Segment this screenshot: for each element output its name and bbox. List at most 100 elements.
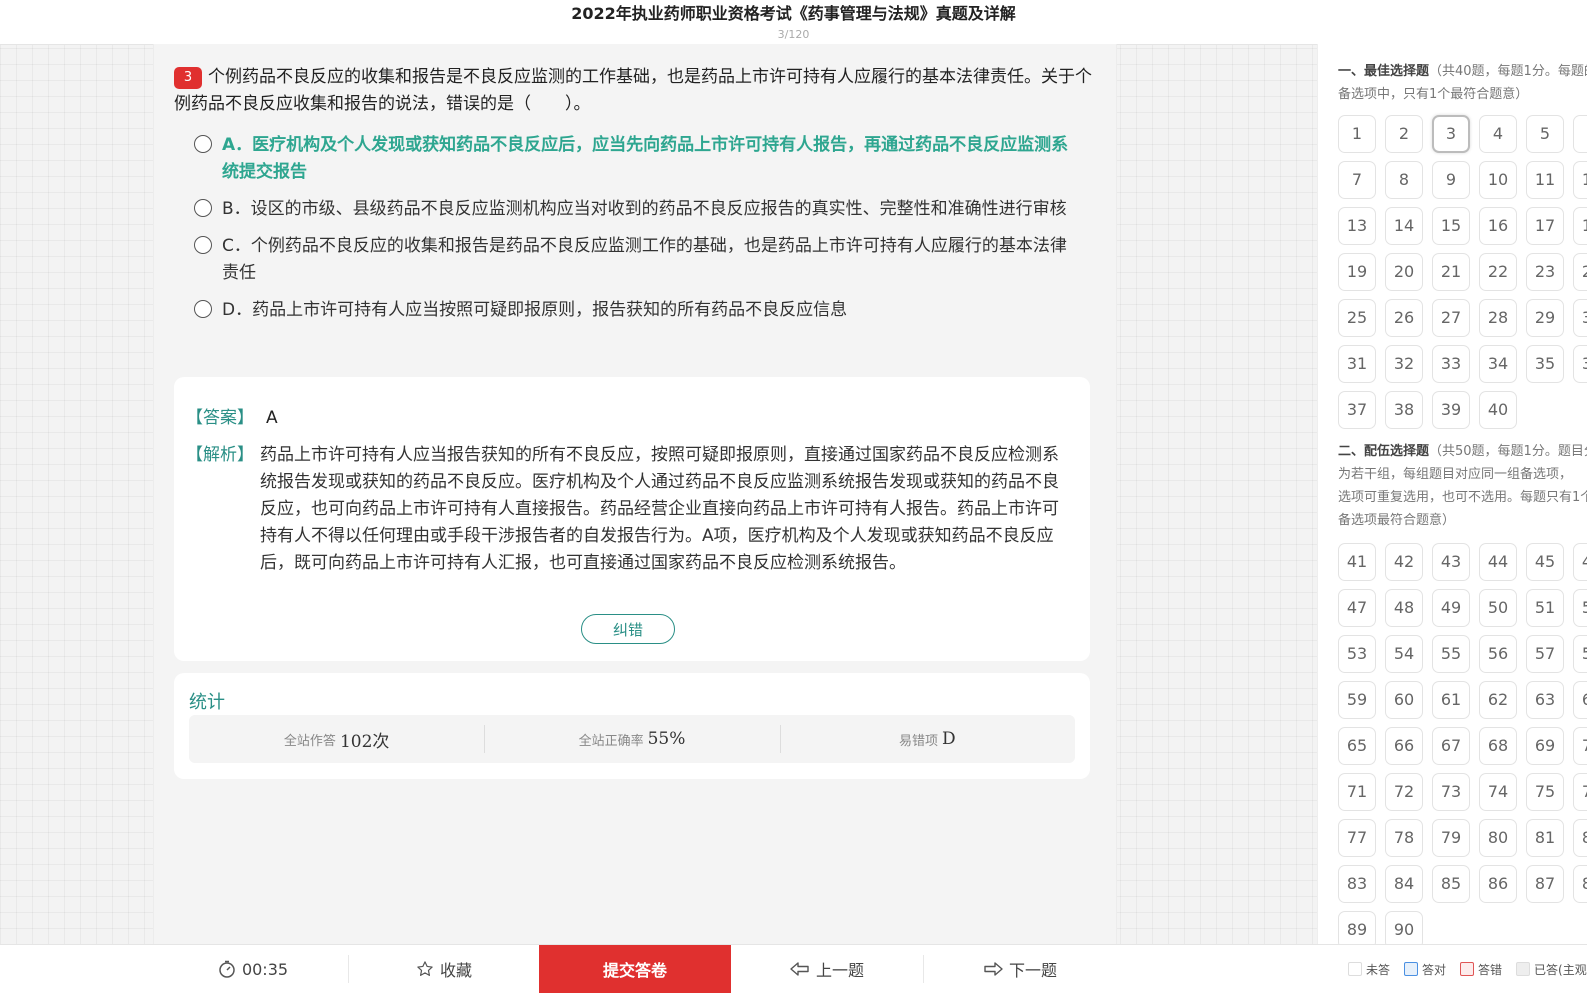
question-nav-cell[interactable]: 78 <box>1385 819 1423 857</box>
question-nav-cell[interactable]: 89 <box>1338 911 1376 944</box>
question-nav-cell[interactable]: 41 <box>1338 543 1376 581</box>
question-nav-cell[interactable]: 23 <box>1526 253 1564 291</box>
question-nav-cell[interactable]: 79 <box>1432 819 1470 857</box>
question-nav-cell[interactable]: 67 <box>1432 727 1470 765</box>
question-nav-cell[interactable]: 56 <box>1479 635 1517 673</box>
option-b[interactable]: B．设区的市级、县级药品不良反应监测机构应当对收到的药品不良反应报告的真实性、完… <box>194 196 1074 223</box>
favorite-button[interactable]: 收藏 <box>349 945 539 993</box>
question-nav-cell[interactable]: 17 <box>1526 207 1564 245</box>
question-nav-cell[interactable]: 10 <box>1479 161 1517 199</box>
radio-icon[interactable] <box>194 300 212 318</box>
question-nav-cell[interactable]: 26 <box>1385 299 1423 337</box>
question-nav-cell[interactable]: 49 <box>1432 589 1470 627</box>
question-nav-cell[interactable]: 6 <box>1573 115 1587 153</box>
question-nav-cell[interactable]: 30 <box>1573 299 1587 337</box>
question-nav-cell[interactable]: 52 <box>1573 589 1587 627</box>
question-nav-cell[interactable]: 64 <box>1573 681 1587 719</box>
question-nav-cell[interactable]: 88 <box>1573 865 1587 903</box>
question-nav-cell[interactable]: 29 <box>1526 299 1564 337</box>
question-nav-cell[interactable]: 43 <box>1432 543 1470 581</box>
question-nav-cell[interactable]: 60 <box>1385 681 1423 719</box>
question-nav-cell[interactable]: 65 <box>1338 727 1376 765</box>
question-nav-cell[interactable]: 36 <box>1573 345 1587 383</box>
question-nav-cell[interactable]: 58 <box>1573 635 1587 673</box>
question-nav-cell[interactable]: 31 <box>1338 345 1376 383</box>
radio-icon[interactable] <box>194 236 212 254</box>
question-nav-cell[interactable]: 81 <box>1526 819 1564 857</box>
question-nav-cell[interactable]: 42 <box>1385 543 1423 581</box>
question-nav-cell[interactable]: 38 <box>1385 391 1423 429</box>
question-nav-cell[interactable]: 45 <box>1526 543 1564 581</box>
question-nav-cell[interactable]: 62 <box>1479 681 1517 719</box>
question-nav-cell[interactable]: 2 <box>1385 115 1423 153</box>
question-nav-cell[interactable]: 55 <box>1432 635 1470 673</box>
question-nav-cell[interactable]: 47 <box>1338 589 1376 627</box>
question-nav-cell[interactable]: 46 <box>1573 543 1587 581</box>
question-nav-cell[interactable]: 11 <box>1526 161 1564 199</box>
question-nav-cell[interactable]: 48 <box>1385 589 1423 627</box>
radio-icon[interactable] <box>194 135 212 153</box>
question-nav-cell[interactable]: 3 <box>1432 115 1470 153</box>
question-nav-cell[interactable]: 14 <box>1385 207 1423 245</box>
question-nav-cell[interactable]: 53 <box>1338 635 1376 673</box>
question-nav-cell[interactable]: 77 <box>1338 819 1376 857</box>
question-nav-cell[interactable]: 28 <box>1479 299 1517 337</box>
question-nav-cell[interactable]: 20 <box>1385 253 1423 291</box>
question-nav-cell[interactable]: 9 <box>1432 161 1470 199</box>
question-nav-cell[interactable]: 39 <box>1432 391 1470 429</box>
question-nav-cell[interactable]: 80 <box>1479 819 1517 857</box>
question-nav-cell[interactable]: 90 <box>1385 911 1423 944</box>
submit-button[interactable]: 提交答卷 <box>539 945 731 993</box>
question-nav-cell[interactable]: 51 <box>1526 589 1564 627</box>
question-nav-cell[interactable]: 50 <box>1479 589 1517 627</box>
question-nav-cell[interactable]: 86 <box>1479 865 1517 903</box>
question-nav-cell[interactable]: 8 <box>1385 161 1423 199</box>
question-nav-cell[interactable]: 87 <box>1526 865 1564 903</box>
next-question-button[interactable]: 下一题 <box>924 945 1116 993</box>
question-nav-cell[interactable]: 34 <box>1479 345 1517 383</box>
question-nav-cell[interactable]: 73 <box>1432 773 1470 811</box>
question-nav-cell[interactable]: 25 <box>1338 299 1376 337</box>
question-nav-cell[interactable]: 66 <box>1385 727 1423 765</box>
question-nav-cell[interactable]: 61 <box>1432 681 1470 719</box>
question-nav-cell[interactable]: 33 <box>1432 345 1470 383</box>
option-a[interactable]: A．医疗机构及个人发现或获知药品不良反应后，应当先向药品上市许可持有人报告，再通… <box>194 132 1074 186</box>
question-nav-cell[interactable]: 44 <box>1479 543 1517 581</box>
question-nav-cell[interactable]: 74 <box>1479 773 1517 811</box>
question-nav-cell[interactable]: 19 <box>1338 253 1376 291</box>
question-nav-cell[interactable]: 85 <box>1432 865 1470 903</box>
question-nav-cell[interactable]: 7 <box>1338 161 1376 199</box>
question-nav-cell[interactable]: 68 <box>1479 727 1517 765</box>
question-nav-cell[interactable]: 32 <box>1385 345 1423 383</box>
question-nav-cell[interactable]: 4 <box>1479 115 1517 153</box>
question-nav-cell[interactable]: 22 <box>1479 253 1517 291</box>
question-nav-cell[interactable]: 40 <box>1479 391 1517 429</box>
question-nav-cell[interactable]: 15 <box>1432 207 1470 245</box>
option-c[interactable]: C．个例药品不良反应的收集和报告是药品不良反应监测工作的基础，也是药品上市许可持… <box>194 233 1074 287</box>
question-nav-cell[interactable]: 71 <box>1338 773 1376 811</box>
question-nav-cell[interactable]: 5 <box>1526 115 1564 153</box>
question-nav-cell[interactable]: 72 <box>1385 773 1423 811</box>
question-nav-cell[interactable]: 70 <box>1573 727 1587 765</box>
question-nav-cell[interactable]: 35 <box>1526 345 1564 383</box>
question-nav-cell[interactable]: 84 <box>1385 865 1423 903</box>
question-nav-cell[interactable]: 18 <box>1573 207 1587 245</box>
question-nav-cell[interactable]: 54 <box>1385 635 1423 673</box>
question-nav-cell[interactable]: 12 <box>1573 161 1587 199</box>
question-nav-cell[interactable]: 16 <box>1479 207 1517 245</box>
question-nav-cell[interactable]: 57 <box>1526 635 1564 673</box>
question-nav-cell[interactable]: 13 <box>1338 207 1376 245</box>
question-nav-cell[interactable]: 63 <box>1526 681 1564 719</box>
question-nav-cell[interactable]: 37 <box>1338 391 1376 429</box>
option-d[interactable]: D．药品上市许可持有人应当按照可疑即报原则，报告获知的所有药品不良反应信息 <box>194 297 1074 324</box>
question-nav-cell[interactable]: 69 <box>1526 727 1564 765</box>
prev-question-button[interactable]: 上一题 <box>731 945 923 993</box>
question-nav-cell[interactable]: 83 <box>1338 865 1376 903</box>
question-nav-cell[interactable]: 24 <box>1573 253 1587 291</box>
question-nav-cell[interactable]: 21 <box>1432 253 1470 291</box>
radio-icon[interactable] <box>194 199 212 217</box>
question-nav-cell[interactable]: 82 <box>1573 819 1587 857</box>
report-error-button[interactable]: 纠错 <box>581 614 675 644</box>
question-nav-cell[interactable]: 76 <box>1573 773 1587 811</box>
question-nav-cell[interactable]: 59 <box>1338 681 1376 719</box>
